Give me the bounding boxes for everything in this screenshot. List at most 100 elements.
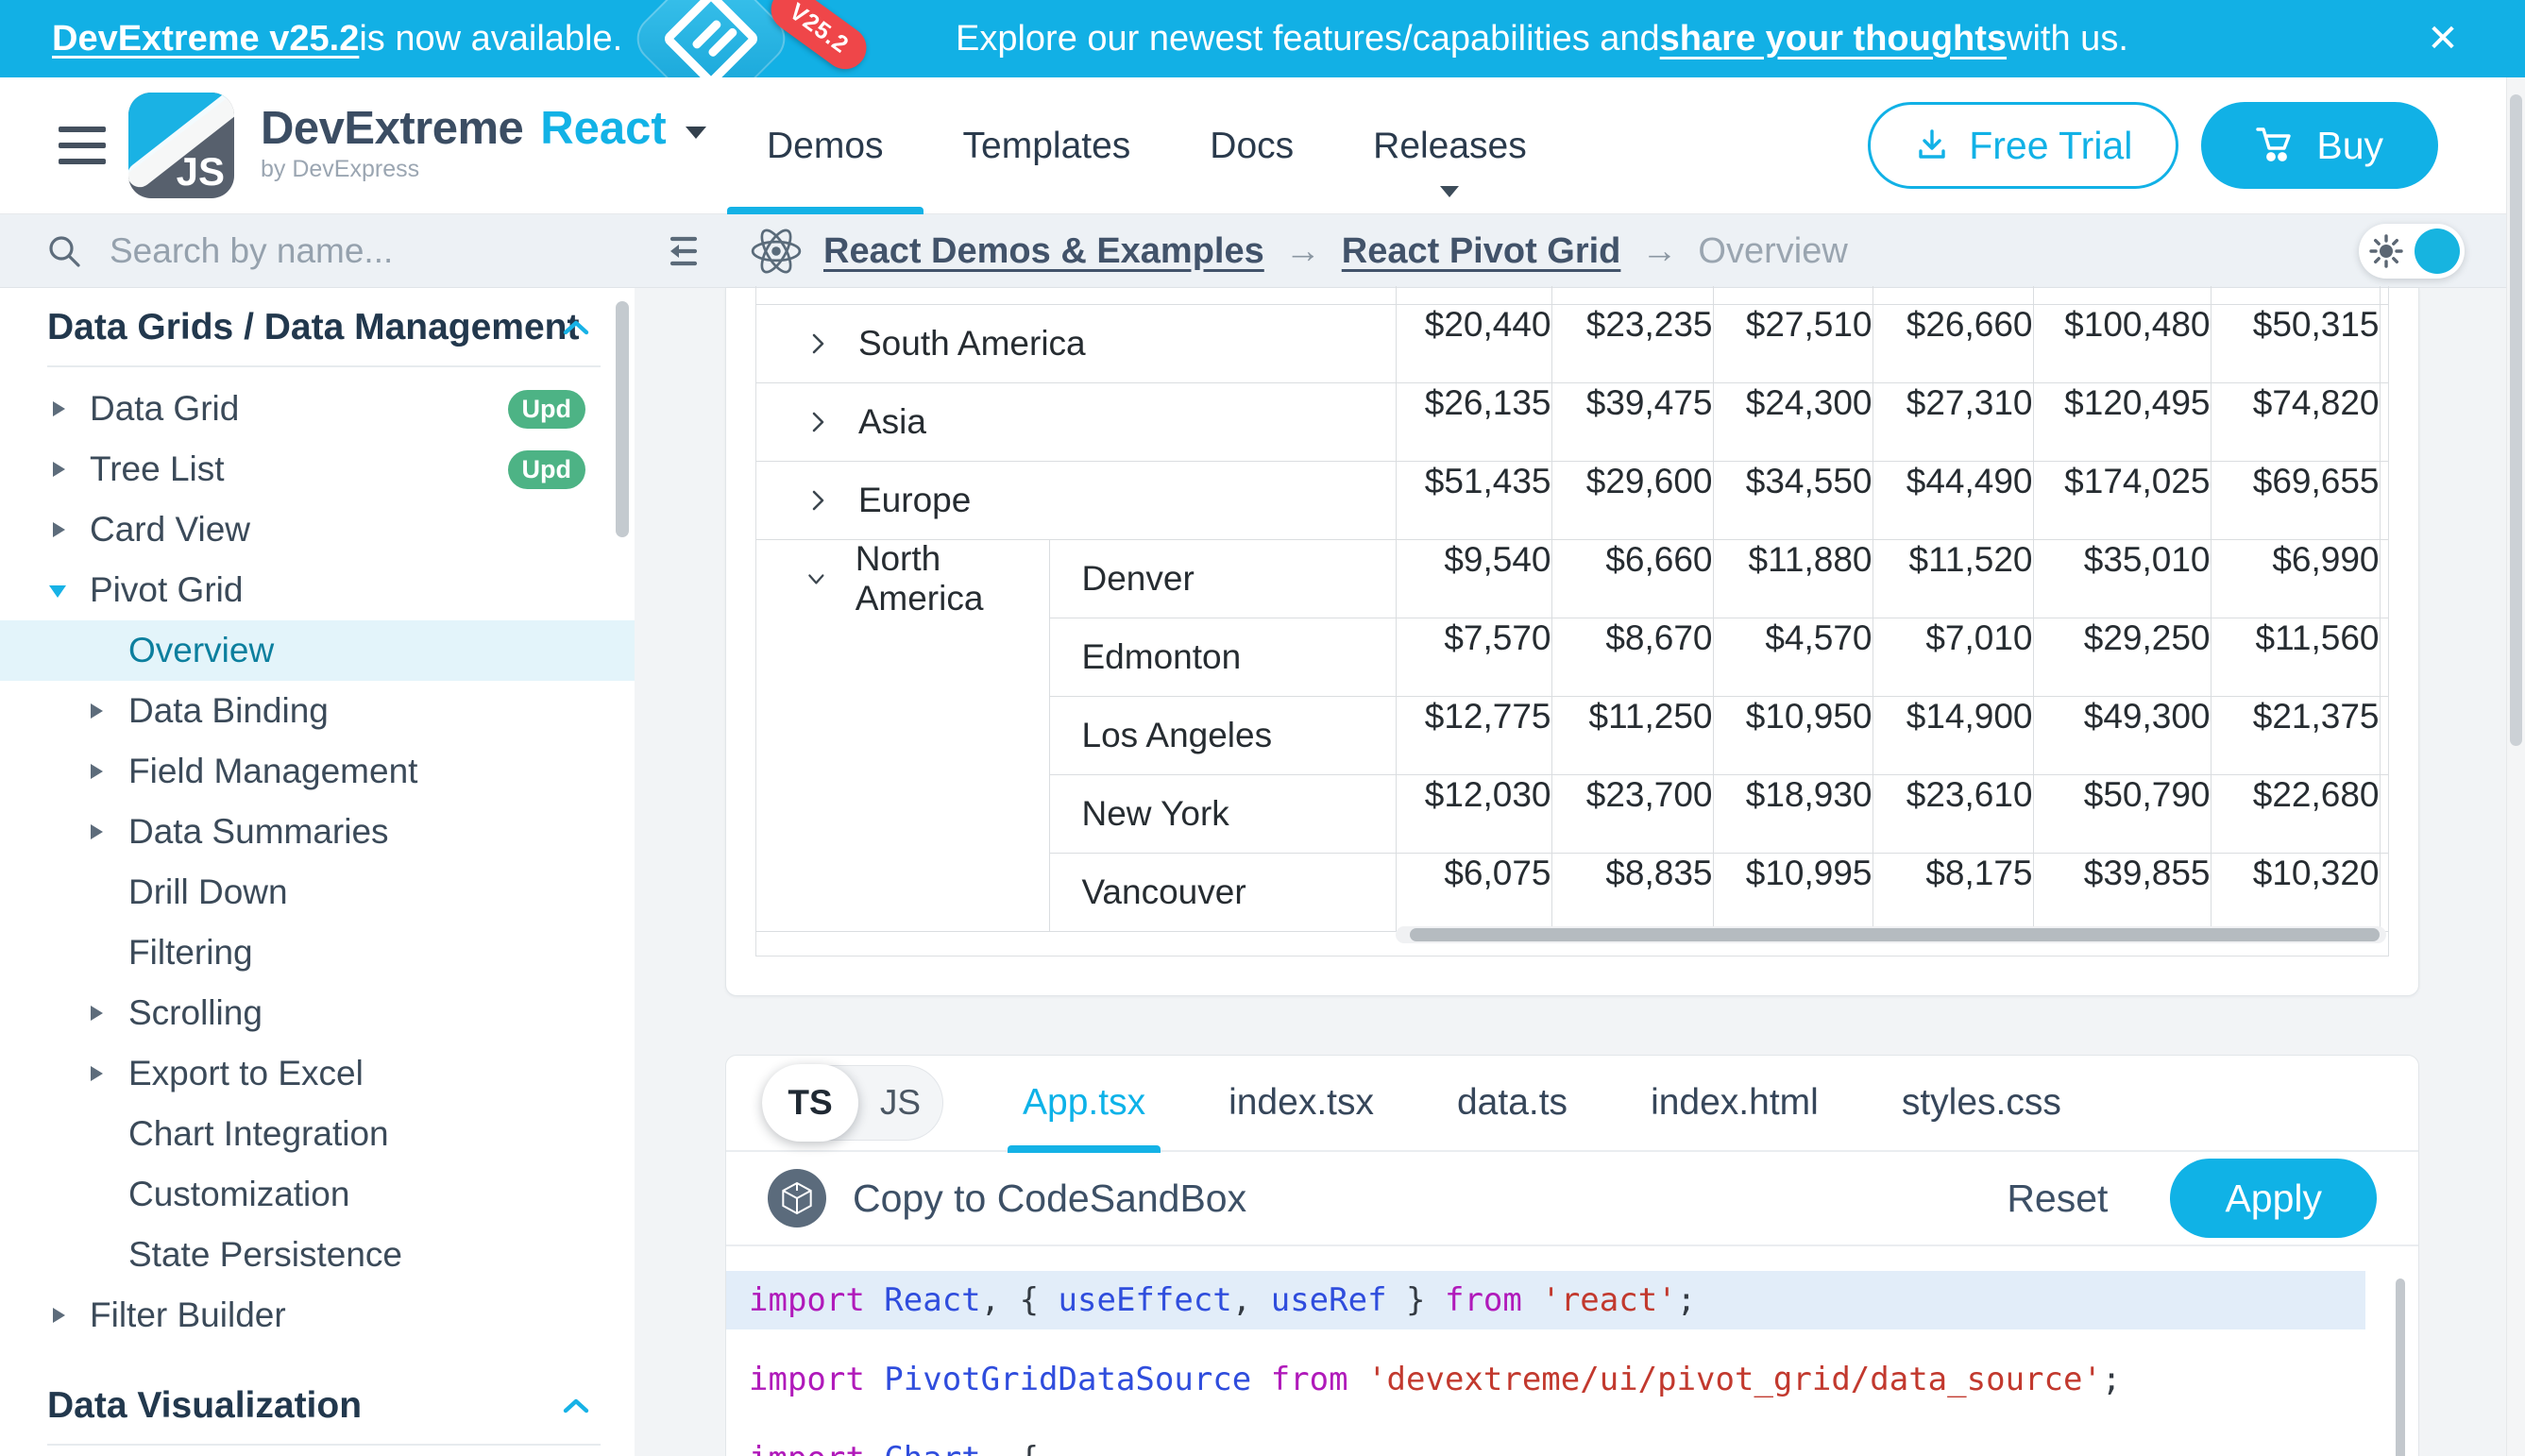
banner-release-note: DevExtreme v25.2 is now available. bbox=[52, 0, 622, 77]
tab-data-ts[interactable]: data.ts bbox=[1415, 1055, 1609, 1151]
free-trial-button[interactable]: Free Trial bbox=[1868, 102, 2178, 189]
city-cell-los-angeles: Los Angeles bbox=[1049, 696, 1396, 774]
banner-message-post: with us. bbox=[2007, 19, 2128, 59]
value-cell: $39,855 bbox=[2033, 853, 2211, 931]
sidebar-item-field-management[interactable]: Field Management bbox=[0, 741, 635, 802]
sidebar-item-label: Chart Integration bbox=[128, 1114, 389, 1154]
theme-toggle-knob[interactable] bbox=[2415, 229, 2460, 274]
breadcrumb-react-demos-examples[interactable]: React Demos & Examples bbox=[823, 231, 1264, 272]
nav-item-docs[interactable]: Docs bbox=[1170, 77, 1333, 214]
value-cell: $12,030 bbox=[1396, 774, 1551, 853]
breadcrumb-react-pivot-grid[interactable]: React Pivot Grid bbox=[1342, 231, 1621, 272]
region-cell-asia[interactable]: Asia bbox=[756, 382, 1396, 461]
sidebar-section-data-grids-data-management[interactable]: Data Grids / Data Management bbox=[0, 301, 635, 354]
sidebar-section-data-visualization[interactable]: Data Visualization bbox=[0, 1380, 635, 1432]
code-editor[interactable]: import React, { useEffect, useRef } from… bbox=[726, 1246, 2418, 1456]
search-input[interactable] bbox=[108, 230, 523, 272]
banner-close-icon[interactable]: ✕ bbox=[2417, 13, 2468, 64]
code-scrollbar-thumb[interactable] bbox=[2396, 1278, 2405, 1456]
nav-item-releases[interactable]: Releases bbox=[1333, 77, 1567, 214]
tab-index-html[interactable]: index.html bbox=[1609, 1055, 1860, 1151]
sidebar-item-label: State Persistence bbox=[128, 1235, 402, 1275]
language-toggle-js[interactable]: JS bbox=[858, 1083, 942, 1123]
city-label: Los Angeles bbox=[1082, 716, 1273, 755]
tab-styles-css[interactable]: styles.css bbox=[1860, 1055, 2103, 1151]
region-label: South America bbox=[858, 324, 1086, 364]
city-label: New York bbox=[1082, 794, 1229, 834]
sidebar-scrollbar-thumb[interactable] bbox=[616, 301, 629, 537]
sidebar-item-export-to-excel[interactable]: Export to Excel bbox=[0, 1043, 635, 1104]
value-cell: $20,440 bbox=[1396, 304, 1551, 382]
sidebar-item-data-binding[interactable]: Data Binding bbox=[0, 681, 635, 741]
code-token: Chart bbox=[884, 1440, 980, 1456]
tab-app-tsx[interactable]: App.tsx bbox=[981, 1055, 1187, 1151]
nav-item-demos[interactable]: Demos bbox=[727, 77, 924, 214]
sidebar-item-tree-list[interactable]: Tree ListUpd bbox=[0, 439, 635, 499]
banner-version-link[interactable]: DevExtreme v25.2 bbox=[52, 19, 359, 59]
sidebar-item-filter-builder[interactable]: Filter Builder bbox=[0, 1285, 635, 1346]
sidebar-item-drill-down[interactable]: Drill Down bbox=[0, 862, 635, 923]
code-line: import PivotGridDataSource from 'devextr… bbox=[726, 1350, 2418, 1409]
page-scrollbar-thumb[interactable] bbox=[2510, 94, 2522, 746]
sidebar-scrollbar bbox=[614, 292, 631, 1456]
sidebar-item-customization[interactable]: Customization bbox=[0, 1164, 635, 1225]
framework-caret-icon[interactable] bbox=[686, 127, 706, 139]
sidebar-item-pivot-grid[interactable]: Pivot Grid bbox=[0, 560, 635, 620]
sidebar-item-state-persistence[interactable]: State Persistence bbox=[0, 1225, 635, 1285]
pivot-horizontal-scrollbar-thumb[interactable] bbox=[1410, 928, 2380, 941]
sidebar-divider bbox=[47, 1444, 601, 1446]
apply-button[interactable]: Apply bbox=[2170, 1159, 2377, 1238]
share-thoughts-link[interactable]: share your thoughts bbox=[1660, 19, 2007, 59]
value-cell: $10,950 bbox=[1713, 696, 1873, 774]
sidebar-item-chart-integration[interactable]: Chart Integration bbox=[0, 1104, 635, 1164]
region-cell-south-america[interactable]: South America bbox=[756, 304, 1396, 382]
framework-selector[interactable]: React bbox=[540, 106, 666, 152]
expand-right-icon bbox=[91, 703, 103, 719]
nav-item-templates[interactable]: Templates bbox=[924, 77, 1171, 214]
sidebar-item-data-summaries[interactable]: Data Summaries bbox=[0, 802, 635, 862]
row-expand-icon[interactable] bbox=[805, 488, 830, 513]
sidebar-item-label: Export to Excel bbox=[128, 1054, 364, 1093]
devextreme-js-logo[interactable]: JS bbox=[128, 93, 234, 198]
sidebar-item-filtering[interactable]: Filtering bbox=[0, 923, 635, 983]
promo-banner: DevExtreme v25.2 is now available. V25.2… bbox=[0, 0, 2525, 77]
clipped-cell bbox=[2380, 382, 2389, 461]
code-token: 'devextreme/ui/pivot_grid/data_source' bbox=[1367, 1361, 2102, 1398]
language-toggle[interactable]: TS JS bbox=[762, 1065, 943, 1141]
sidebar-item-data-grid[interactable]: Data GridUpd bbox=[0, 379, 635, 439]
code-panel: TS JS App.tsxindex.tsxdata.tsindex.htmls… bbox=[725, 1055, 2419, 1456]
brand-byline: by DevExpress bbox=[261, 158, 706, 181]
sidebar-item-card-view[interactable]: Card View bbox=[0, 499, 635, 560]
value-cell: $21,375 bbox=[2211, 696, 2380, 774]
row-collapse-icon[interactable] bbox=[805, 567, 827, 591]
hamburger-menu-icon[interactable] bbox=[59, 127, 106, 164]
clipped-cell bbox=[2380, 696, 2389, 774]
sidebar-item-overview[interactable]: Overview bbox=[0, 620, 635, 681]
city-cell-vancouver: Vancouver bbox=[1049, 853, 1396, 931]
region-cell-north-america[interactable]: North America bbox=[756, 539, 1049, 931]
collapse-sidebar-icon[interactable] bbox=[661, 229, 704, 273]
pivot-row-denver: North AmericaDenver$9,540$6,660$11,880$1… bbox=[756, 539, 2389, 618]
value-cell: $4,570 bbox=[1713, 618, 1873, 696]
value-cell: $11,520 bbox=[1873, 539, 2033, 618]
code-token: ; bbox=[2102, 1361, 2121, 1398]
region-cell-europe[interactable]: Europe bbox=[756, 461, 1396, 539]
value-cell: $39,475 bbox=[1551, 382, 1713, 461]
language-toggle-knob-ts[interactable]: TS bbox=[762, 1064, 858, 1142]
row-expand-icon[interactable] bbox=[805, 410, 830, 434]
sidebar-item-scrolling[interactable]: Scrolling bbox=[0, 983, 635, 1043]
search-icon bbox=[45, 232, 83, 270]
sidebar-item-label: Customization bbox=[128, 1175, 349, 1214]
value-cell: $74,820 bbox=[2211, 382, 2380, 461]
region-label: Europe bbox=[858, 481, 971, 520]
reset-button[interactable]: Reset bbox=[2001, 1176, 2113, 1222]
cart-icon bbox=[2256, 127, 2296, 164]
theme-toggle[interactable] bbox=[2359, 224, 2465, 279]
copy-to-codesandbox-button[interactable]: Copy to CodeSandBox bbox=[768, 1169, 1246, 1227]
value-cell: $69,655 bbox=[2211, 461, 2380, 539]
buy-button[interactable]: Buy bbox=[2201, 102, 2438, 189]
tab-index-tsx[interactable]: index.tsx bbox=[1187, 1055, 1415, 1151]
value-cell: $11,560 bbox=[2211, 618, 2380, 696]
pivot-table: South America$20,440$23,235$27,510$26,66… bbox=[756, 286, 2389, 932]
row-expand-icon[interactable] bbox=[805, 331, 830, 356]
